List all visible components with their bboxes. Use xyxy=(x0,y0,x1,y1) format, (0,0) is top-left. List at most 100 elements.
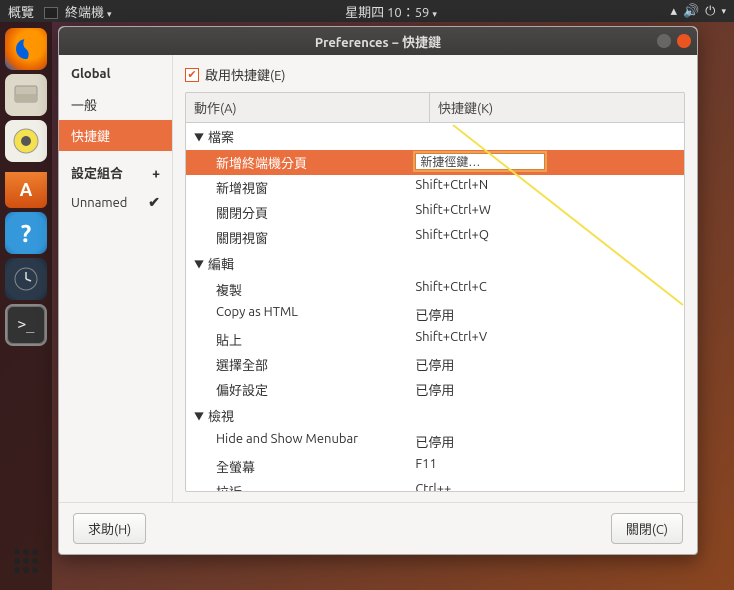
shortcut-value[interactable]: Ctrl++ xyxy=(415,482,684,492)
preferences-window: Preferences − 快捷鍵 Global 一般 快捷鍵 設定組合 + U… xyxy=(58,26,698,555)
app-menu-label: 終端機 xyxy=(65,6,104,20)
shortcut-value[interactable]: Shift+Ctrl+V xyxy=(415,330,684,349)
shortcut-value[interactable]: Shift+Ctrl+W xyxy=(415,203,684,222)
launcher-software[interactable] xyxy=(5,172,47,208)
app-menu[interactable]: 終端機 ▾ xyxy=(44,2,112,21)
action-label: Hide and Show Menubar xyxy=(216,432,415,451)
action-label: 貼上 xyxy=(216,330,415,349)
sidebar-global-heading: Global xyxy=(59,63,172,89)
window-title: Preferences − 快捷鍵 xyxy=(315,32,441,51)
shortcut-row[interactable]: 貼上Shift+Ctrl+V xyxy=(186,327,684,352)
shortcut-row[interactable]: 新增終端機分頁 xyxy=(186,150,684,175)
preferences-sidebar: Global 一般 快捷鍵 設定組合 + Unnamed ✔ xyxy=(59,55,173,502)
sidebar-item-shortcuts[interactable]: 快捷鍵 xyxy=(59,120,172,151)
shortcut-row[interactable]: 新增視窗Shift+Ctrl+N xyxy=(186,175,684,200)
sidebar-item-label: Unnamed xyxy=(71,196,127,210)
shortcut-row[interactable]: Copy as HTML已停用 xyxy=(186,302,684,327)
shortcut-value[interactable]: Shift+Ctrl+N xyxy=(415,178,684,197)
enable-shortcuts-label: 啟用快捷鍵(E) xyxy=(205,65,285,84)
group-row[interactable]: ▼ 編輯 xyxy=(186,250,684,277)
shortcuts-table: 動作(A) 快捷鍵(K) ▼檔案新增終端機分頁新增視窗Shift+Ctrl+N關… xyxy=(185,92,685,492)
shortcut-value[interactable]: 已停用 xyxy=(415,355,684,374)
launcher: ? >_ xyxy=(0,22,52,590)
speaker-icon xyxy=(11,126,41,156)
column-shortcut[interactable]: 快捷鍵(K) xyxy=(430,93,684,122)
group-row[interactable]: ▼ 檢視 xyxy=(186,402,684,429)
chevron-down-icon: ▼ xyxy=(194,408,204,423)
shortcut-row[interactable]: 關閉分頁Shift+Ctrl+W xyxy=(186,200,684,225)
sound-icon[interactable]: 🔊 xyxy=(683,4,699,19)
action-label: 拉近 xyxy=(216,482,415,492)
chevron-down-icon: ▾ xyxy=(432,9,437,19)
launcher-files[interactable] xyxy=(5,74,47,116)
grid-icon xyxy=(14,549,38,573)
close-button[interactable] xyxy=(677,34,691,48)
action-label: Copy as HTML xyxy=(216,305,415,324)
launcher-rhythmbox[interactable] xyxy=(5,120,47,162)
terminal-icon xyxy=(44,7,58,19)
shortcut-row[interactable]: Hide and Show Menubar已停用 xyxy=(186,429,684,454)
action-label: 全螢幕 xyxy=(216,457,415,476)
clock-icon xyxy=(11,264,41,294)
network-icon[interactable]: ▴ xyxy=(670,4,677,19)
shortcut-row[interactable]: 拉近Ctrl++ xyxy=(186,479,684,492)
show-applications[interactable] xyxy=(0,540,52,582)
action-label: 選擇全部 xyxy=(216,355,415,374)
launcher-terminal[interactable]: >_ xyxy=(5,304,47,346)
close-dialog-button[interactable]: 關閉(C) xyxy=(611,513,683,544)
group-label: 編輯 xyxy=(208,254,234,273)
chevron-down-icon: ▾ xyxy=(721,6,726,17)
enable-shortcuts-row[interactable]: ✔ 啟用快捷鍵(E) xyxy=(185,65,685,84)
sidebar-profiles-heading: 設定組合 + xyxy=(59,157,172,188)
help-icon: ? xyxy=(21,220,32,247)
sidebar-item-general[interactable]: 一般 xyxy=(59,89,172,120)
sidebar-profile-unnamed[interactable]: Unnamed ✔ xyxy=(59,188,172,217)
chevron-down-icon: ▼ xyxy=(194,129,204,144)
launcher-help[interactable]: ? xyxy=(5,212,47,254)
shortcut-value[interactable]: 已停用 xyxy=(415,380,684,399)
default-profile-icon: ✔ xyxy=(148,194,160,211)
shortcut-row[interactable]: 選擇全部已停用 xyxy=(186,352,684,377)
action-label: 新增終端機分頁 xyxy=(216,153,415,172)
help-button[interactable]: 求助(H) xyxy=(73,513,146,544)
shortcut-value[interactable] xyxy=(415,153,684,172)
column-action[interactable]: 動作(A) xyxy=(186,93,430,122)
top-panel: 概覽 終端機 ▾ 星期四 10：59 ▾ ▴ 🔊 ⏻ ▾ xyxy=(0,0,734,22)
titlebar[interactable]: Preferences − 快捷鍵 xyxy=(59,27,697,55)
shortcut-value[interactable]: Shift+Ctrl+Q xyxy=(415,228,684,247)
shortcut-input[interactable] xyxy=(415,153,545,170)
sidebar-item-label: 一般 xyxy=(71,95,97,114)
action-label: 偏好設定 xyxy=(216,380,415,399)
shortcut-value[interactable]: 已停用 xyxy=(415,305,684,324)
action-label: 新增視窗 xyxy=(216,178,415,197)
action-label: 關閉視窗 xyxy=(216,228,415,247)
window-footer: 求助(H) 關閉(C) xyxy=(59,502,697,554)
action-label: 關閉分頁 xyxy=(216,203,415,222)
shortcut-value[interactable]: Shift+Ctrl+C xyxy=(415,280,684,299)
sidebar-item-label: 快捷鍵 xyxy=(71,126,110,145)
activities-label[interactable]: 概覽 xyxy=(8,2,34,21)
power-icon[interactable]: ⏻ xyxy=(705,4,715,19)
shortcut-row[interactable]: 複製Shift+Ctrl+C xyxy=(186,277,684,302)
minimize-button[interactable] xyxy=(657,34,671,48)
group-row[interactable]: ▼ 檔案 xyxy=(186,123,684,150)
sidebar-heading-label: 設定組合 xyxy=(71,163,123,182)
preferences-main: ✔ 啟用快捷鍵(E) 動作(A) 快捷鍵(K) ▼檔案新增終端機分頁新增視窗Sh… xyxy=(173,55,697,502)
shortcut-row[interactable]: 關閉視窗Shift+Ctrl+Q xyxy=(186,225,684,250)
launcher-clocks[interactable] xyxy=(5,258,47,300)
shortcut-row[interactable]: 全螢幕F11 xyxy=(186,454,684,479)
launcher-firefox[interactable] xyxy=(5,28,47,70)
add-profile-button[interactable]: + xyxy=(152,165,160,181)
table-header: 動作(A) 快捷鍵(K) xyxy=(186,93,684,123)
shortcut-value[interactable]: F11 xyxy=(415,457,684,476)
group-label: 檢視 xyxy=(208,406,234,425)
shortcut-row[interactable]: 偏好設定已停用 xyxy=(186,377,684,402)
chevron-down-icon: ▼ xyxy=(194,256,204,271)
shortcut-value[interactable]: 已停用 xyxy=(415,432,684,451)
clock-label[interactable]: 星期四 10：59 xyxy=(345,6,429,20)
checkbox-checked-icon[interactable]: ✔ xyxy=(185,68,199,82)
files-icon xyxy=(13,84,39,106)
action-label: 複製 xyxy=(216,280,415,299)
group-label: 檔案 xyxy=(208,127,234,146)
firefox-icon xyxy=(11,34,41,64)
